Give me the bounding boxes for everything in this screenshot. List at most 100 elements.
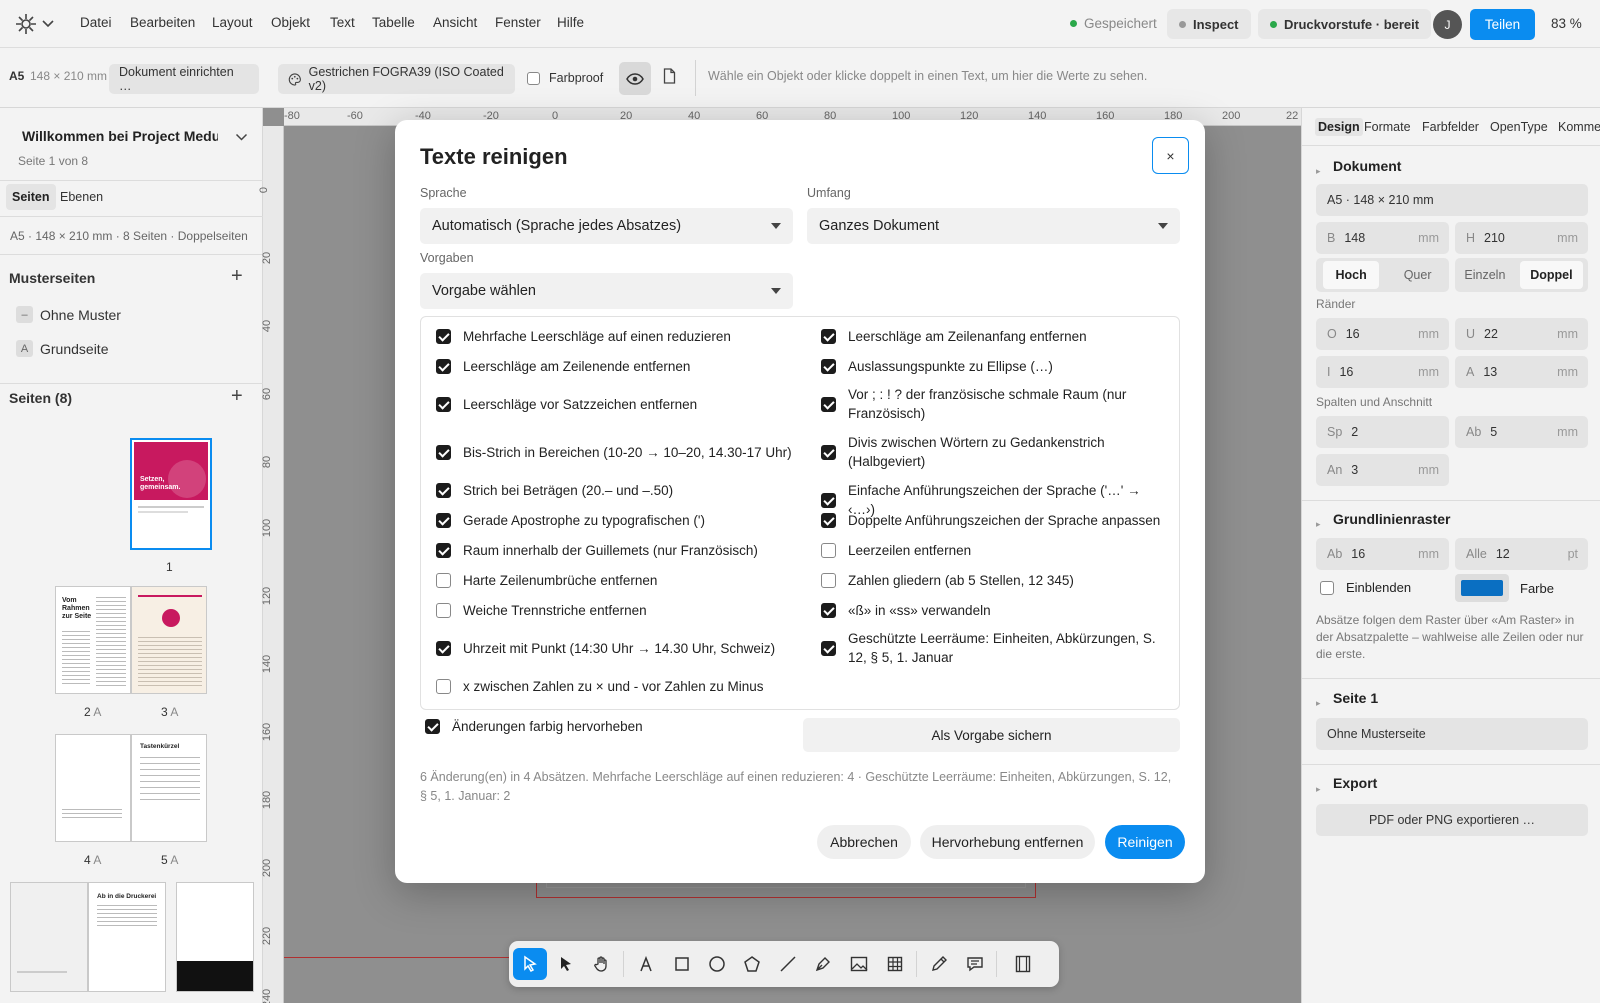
- option-item[interactable]: Bis-Strich in Bereichen (10-20 → 10–20, …: [436, 443, 806, 462]
- option-item[interactable]: Doppelte Anführungszeichen der Sprache a…: [821, 511, 1166, 530]
- ellipse-icon[interactable]: [700, 948, 734, 980]
- master-item-none[interactable]: – Ohne Muster: [16, 306, 121, 323]
- page-thumb-3[interactable]: [131, 586, 207, 694]
- share-button[interactable]: Teilen: [1470, 9, 1535, 40]
- collapse-icon[interactable]: ▸: [1316, 784, 1321, 795]
- tab-design[interactable]: Design: [1315, 118, 1363, 136]
- page-thumb-2[interactable]: Vom Rahmen zur Seite: [55, 586, 131, 694]
- option-checkbox[interactable]: [821, 492, 836, 508]
- page-heading[interactable]: Seite 1: [1333, 690, 1378, 706]
- menu-bearbeiten[interactable]: Bearbeiten: [130, 15, 195, 30]
- grid-increment-field[interactable]: Alle 12 pt: [1455, 538, 1588, 570]
- language-select[interactable]: Automatisch (Sprache jedes Absatzes): [420, 208, 793, 244]
- option-checkbox[interactable]: [821, 573, 836, 588]
- bleed-field[interactable]: An 3 mm: [1316, 454, 1449, 486]
- chevron-down-icon[interactable]: [235, 133, 248, 142]
- option-checkbox[interactable]: [821, 513, 836, 528]
- menu-datei[interactable]: Datei: [80, 15, 112, 30]
- page-thumb-4[interactable]: [55, 734, 131, 842]
- app-logo-icon[interactable]: [14, 12, 38, 36]
- remove-highlight-button[interactable]: Hervorhebung entfernen: [920, 825, 1095, 859]
- menu-layout[interactable]: Layout: [212, 15, 253, 30]
- direct-select-icon[interactable]: [549, 948, 583, 980]
- option-checkbox[interactable]: [436, 513, 451, 528]
- tab-comments[interactable]: Komme: [1558, 120, 1600, 134]
- page-thumb-6a[interactable]: [10, 882, 88, 992]
- tab-formats[interactable]: Formate: [1364, 120, 1411, 134]
- scope-select[interactable]: Ganzes Dokument: [807, 208, 1180, 244]
- softproof-toggle[interactable]: Farbproof: [527, 71, 603, 85]
- cancel-button[interactable]: Abbrechen: [817, 825, 911, 859]
- show-grid-checkbox[interactable]: [1320, 580, 1334, 595]
- option-checkbox[interactable]: [821, 543, 836, 558]
- option-checkbox[interactable]: [436, 359, 451, 374]
- orientation-portrait[interactable]: Hoch: [1323, 261, 1379, 289]
- orientation-landscape[interactable]: Quer: [1394, 261, 1442, 289]
- grid-color-swatch[interactable]: [1455, 574, 1509, 602]
- add-page-button[interactable]: +: [231, 385, 243, 408]
- menu-tabelle[interactable]: Tabelle: [372, 15, 415, 30]
- tab-layers[interactable]: Ebenen: [60, 184, 103, 210]
- collapse-icon[interactable]: ▸: [1316, 166, 1321, 177]
- polygon-icon[interactable]: [735, 948, 769, 980]
- highlight-checkbox[interactable]: [425, 719, 440, 734]
- save-preset-button[interactable]: Als Vorgabe sichern: [803, 718, 1180, 752]
- option-checkbox[interactable]: [436, 329, 451, 344]
- gutter-field[interactable]: Ab 5 mm: [1455, 416, 1588, 448]
- option-checkbox[interactable]: [436, 445, 451, 460]
- collapse-icon[interactable]: ▸: [1316, 519, 1321, 530]
- option-checkbox[interactable]: [436, 543, 451, 558]
- export-heading[interactable]: Export: [1333, 775, 1377, 791]
- collapse-icon[interactable]: ▸: [1316, 698, 1321, 709]
- option-item[interactable]: Mehrfache Leerschläge auf einen reduzier…: [436, 327, 796, 346]
- option-checkbox[interactable]: [821, 603, 836, 618]
- option-item[interactable]: Vor ; : ! ? der französische schmale Rau…: [821, 385, 1151, 423]
- page-thumb-8[interactable]: [176, 882, 254, 992]
- master-item-base[interactable]: A Grundseite: [16, 340, 108, 357]
- option-checkbox[interactable]: [821, 444, 836, 460]
- add-master-button[interactable]: +: [231, 265, 243, 288]
- page-thumb-6b[interactable]: Ab in die Druckerei: [88, 882, 166, 992]
- tab-swatches[interactable]: Farbfelder: [1422, 120, 1479, 134]
- option-item[interactable]: Harte Zeilenumbrüche entfernen: [436, 571, 796, 590]
- menu-text[interactable]: Text: [330, 15, 355, 30]
- option-item[interactable]: Uhrzeit mit Punkt (14:30 Uhr → 14.30 Uhr…: [436, 639, 806, 658]
- inspect-button[interactable]: Inspect: [1167, 9, 1251, 39]
- preview-toggle-button[interactable]: [619, 62, 651, 95]
- rectangle-icon[interactable]: [665, 948, 699, 980]
- menu-fenster[interactable]: Fenster: [495, 15, 541, 30]
- prepress-status-button[interactable]: Druckvorstufe · bereit: [1258, 9, 1432, 39]
- document-size-field[interactable]: A5 · 148 × 210 mm: [1316, 184, 1588, 216]
- option-checkbox[interactable]: [821, 640, 836, 656]
- option-item[interactable]: Leerschläge am Zeilenanfang entfernen: [821, 327, 1166, 346]
- menu-objekt[interactable]: Objekt: [271, 15, 310, 30]
- avatar[interactable]: J: [1433, 10, 1462, 39]
- option-item[interactable]: x zwischen Zahlen zu × und - vor Zahlen …: [436, 677, 796, 696]
- option-checkbox[interactable]: [436, 397, 451, 412]
- page-view-button[interactable]: [663, 68, 676, 87]
- chevron-down-icon[interactable]: [41, 19, 55, 29]
- option-checkbox[interactable]: [436, 483, 451, 498]
- width-field[interactable]: B 148 mm: [1316, 222, 1449, 254]
- hand-icon[interactable]: [585, 948, 619, 980]
- columns-field[interactable]: Sp 2: [1316, 416, 1449, 448]
- preset-select[interactable]: Vorgabe wählen: [420, 273, 793, 309]
- option-item[interactable]: Raum innerhalb der Guillemets (nur Franz…: [436, 541, 796, 560]
- image-frame-icon[interactable]: [842, 948, 876, 980]
- comment-icon[interactable]: [958, 948, 992, 980]
- tab-pages[interactable]: Seiten: [6, 184, 56, 210]
- option-checkbox[interactable]: [821, 396, 836, 412]
- option-item[interactable]: Leerschläge vor Satzzeichen entfernen: [436, 395, 796, 414]
- margin-outer-field[interactable]: A 13 mm: [1455, 356, 1588, 388]
- menu-hilfe[interactable]: Hilfe: [557, 15, 584, 30]
- option-item[interactable]: Auslassungspunkte zu Ellipse (…): [821, 357, 1166, 376]
- frame-grid-icon[interactable]: [1006, 948, 1040, 980]
- option-checkbox[interactable]: [436, 679, 451, 694]
- line-icon[interactable]: [771, 948, 805, 980]
- table-icon[interactable]: [878, 948, 912, 980]
- grid-start-field[interactable]: Ab 16 mm: [1316, 538, 1449, 570]
- tab-opentype[interactable]: OpenType: [1490, 120, 1548, 134]
- option-checkbox[interactable]: [436, 603, 451, 618]
- option-item[interactable]: Leerschläge am Zeilenende entfernen: [436, 357, 796, 376]
- margin-bottom-field[interactable]: U 22 mm: [1455, 318, 1588, 350]
